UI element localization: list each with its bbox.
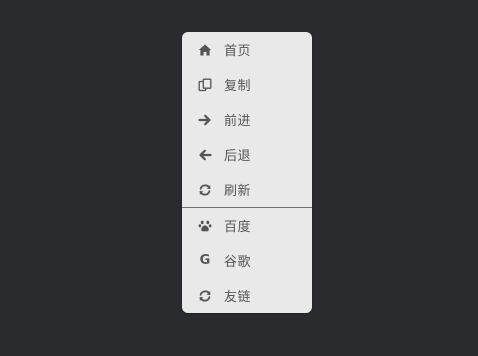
menu-item-label: 谷歌	[224, 255, 252, 270]
copy-icon	[198, 78, 212, 92]
google-icon: G	[199, 252, 211, 268]
paw-icon	[198, 219, 212, 233]
menu-item-label: 首页	[224, 44, 252, 59]
home-icon	[198, 43, 212, 57]
menu-item-home[interactable]: 首页	[182, 32, 312, 67]
menu-item-copy[interactable]: 复制	[182, 67, 312, 102]
menu-group-links: 百度 G 谷歌 友链	[182, 208, 312, 313]
menu-item-refresh[interactable]: 刷新	[182, 172, 312, 207]
menu-group-navigation: 首页 复制 前进 后退 刷新	[182, 32, 312, 207]
menu-item-label: 友链	[224, 290, 252, 305]
menu-item-label: 百度	[224, 220, 252, 235]
menu-item-friend-links[interactable]: 友链	[182, 278, 312, 313]
menu-item-label: 后退	[224, 149, 252, 164]
arrow-left-icon	[198, 148, 212, 162]
refresh-icon	[198, 289, 212, 303]
menu-item-label: 前进	[224, 114, 252, 129]
refresh-icon	[198, 183, 212, 197]
menu-item-label: 复制	[224, 79, 252, 94]
menu-item-google[interactable]: G 谷歌	[182, 243, 312, 278]
context-menu: 首页 复制 前进 后退 刷新 百度 G 谷歌 友链	[182, 32, 312, 313]
arrow-right-icon	[198, 113, 212, 127]
menu-item-baidu[interactable]: 百度	[182, 208, 312, 243]
menu-item-back[interactable]: 后退	[182, 137, 312, 172]
menu-item-label: 刷新	[224, 184, 252, 199]
menu-item-forward[interactable]: 前进	[182, 102, 312, 137]
